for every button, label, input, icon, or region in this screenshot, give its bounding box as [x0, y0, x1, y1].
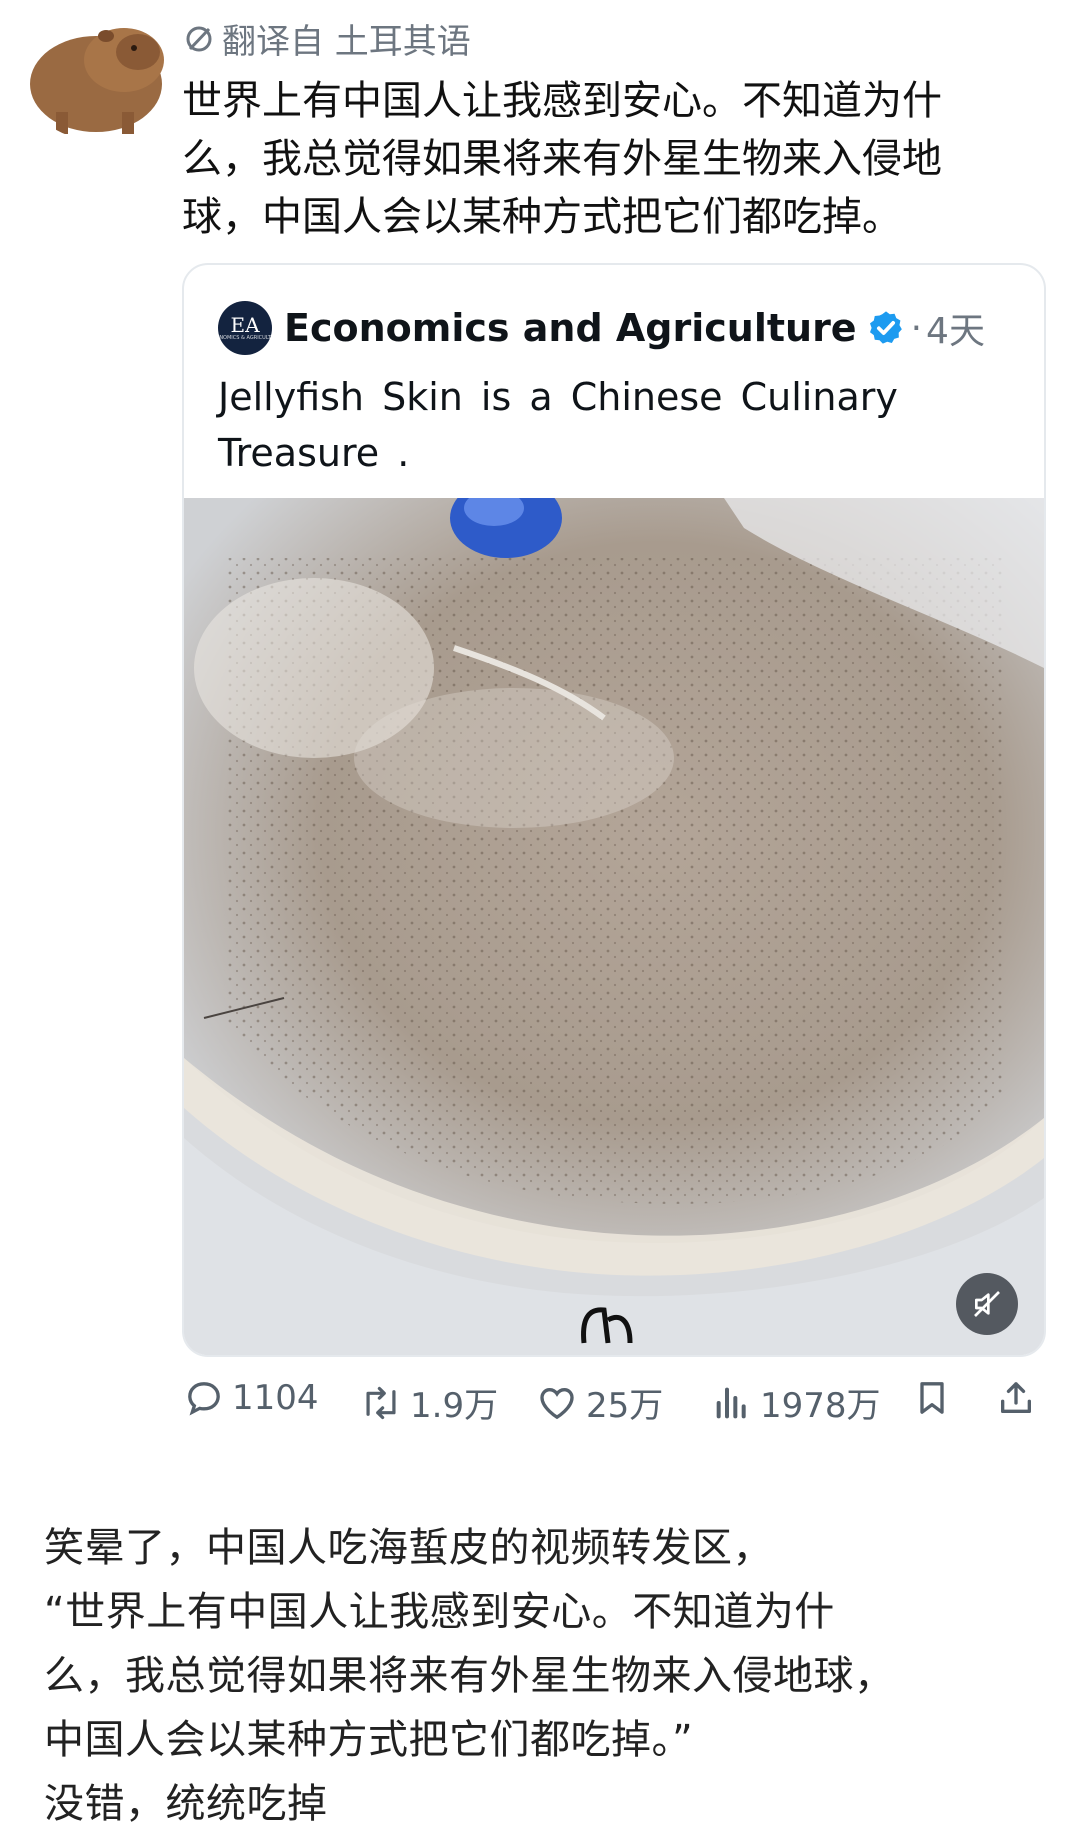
post-line: 笑晕了，中国人吃海蜇皮的视频转发区，	[44, 1525, 773, 1571]
mute-button[interactable]	[956, 1273, 1018, 1335]
quoted-tweet-text: Jellyfish Skin is a Chinese Culinary Tre…	[218, 369, 1008, 481]
avatar[interactable]	[26, 12, 176, 140]
views-button[interactable]: 1978万	[712, 1378, 881, 1427]
tweet-text-line: 世界上有中国人让我感到安心。不知道为什	[182, 78, 942, 124]
reply-button[interactable]: 1104	[184, 1378, 319, 1418]
quoted-tweet-time[interactable]: 4天	[926, 302, 985, 354]
logo-subtext: ECONOMICS & AGRICULTURE	[208, 335, 282, 341]
quoted-account-logo[interactable]: EA ECONOMICS & AGRICULTURE	[209, 301, 281, 355]
like-icon	[540, 1387, 574, 1419]
share-button[interactable]	[996, 1378, 1044, 1418]
views-icon	[716, 1387, 746, 1418]
translated-from-text: 翻译自 土耳其语	[222, 22, 471, 62]
like-count: 25万	[586, 1386, 664, 1426]
translate-icon	[186, 26, 212, 51]
mute-icon	[974, 1291, 1000, 1317]
retweet-count: 1.9万	[410, 1386, 499, 1426]
post-line: 中国人会以某种方式把它们都吃掉。”	[44, 1717, 694, 1763]
tweet: 翻译自 土耳其语 世界上有中国人让我感到安心。不知道为什 么，我总觉得如果将来有…	[0, 0, 1080, 1480]
bookmark-icon	[920, 1382, 944, 1414]
retweet-button[interactable]: 1.9万	[360, 1378, 498, 1427]
views-count: 1978万	[760, 1386, 881, 1426]
post-line: 没错，统统吃掉	[44, 1781, 328, 1827]
reply-icon	[188, 1382, 220, 1416]
tweet-text-line: 球，中国人会以某种方式把它们都吃掉。	[182, 194, 902, 240]
translation-label[interactable]: 翻译自 土耳其语	[184, 14, 471, 63]
tweet-text-line: 么，我总觉得如果将来有外星生物来入侵地	[182, 136, 942, 182]
tweet-actions: 1104 1.9万 25万 1978万	[184, 1378, 1044, 1438]
quoted-video[interactable]	[184, 478, 1044, 1355]
quoted-text-line: Treasure .	[218, 431, 410, 475]
separator-dot: ·	[910, 307, 923, 349]
bookmark-button[interactable]	[912, 1378, 960, 1418]
reply-count: 1104	[232, 1378, 319, 1418]
quoted-account-name[interactable]: Economics and Agriculture	[284, 306, 857, 350]
post-line: “世界上有中国人让我感到安心。不知道为什	[44, 1589, 835, 1635]
like-button[interactable]: 25万	[536, 1378, 663, 1427]
post-line: 么，我总觉得如果将来有外星生物来入侵地球，	[44, 1653, 895, 1699]
quoted-tweet-header: EA ECONOMICS & AGRICULTURE Economics and…	[209, 301, 985, 355]
quoted-text-line: Jellyfish Skin is a Chinese Culinary	[218, 375, 898, 419]
quoted-tweet-card[interactable]: EA ECONOMICS & AGRICULTURE Economics and…	[182, 263, 1046, 1357]
retweet-icon	[366, 1386, 396, 1419]
logo-text: EA	[230, 313, 260, 337]
share-icon	[1001, 1382, 1031, 1413]
verified-badge-icon	[869, 311, 902, 344]
post-text: 笑晕了，中国人吃海蜇皮的视频转发区， “世界上有中国人让我感到安心。不知道为什 …	[44, 1516, 1044, 1836]
tweet-text: 世界上有中国人让我感到安心。不知道为什 么，我总觉得如果将来有外星生物来入侵地 …	[182, 72, 1032, 246]
